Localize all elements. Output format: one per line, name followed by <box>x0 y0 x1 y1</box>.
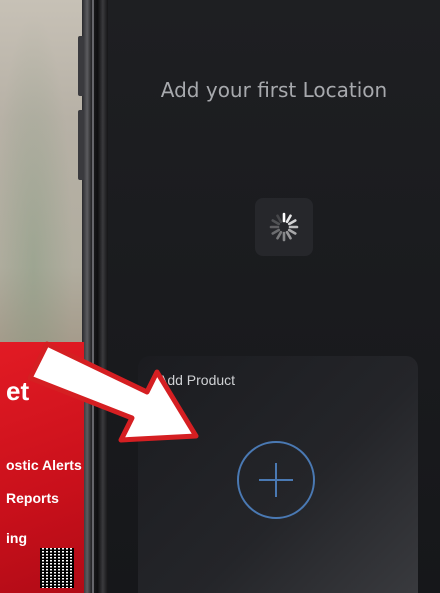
sign-heading: et <box>6 376 30 406</box>
phone-bezel <box>82 0 108 593</box>
red-sign-panel: et ostic Alerts Reports ing <box>0 342 84 593</box>
loading-indicator <box>255 198 313 256</box>
app-screen: Add your first Location Add Product <box>108 0 440 593</box>
sign-line-2: Reports <box>6 490 59 506</box>
loading-spinner-icon <box>269 212 299 242</box>
sign-line-3: ing <box>6 530 27 546</box>
phone-side-button <box>78 110 84 180</box>
qr-code-image <box>40 548 74 588</box>
add-product-card[interactable]: Add Product <box>138 356 418 593</box>
plus-circle-icon[interactable] <box>237 441 315 519</box>
sign-line-1: ostic Alerts <box>6 457 82 473</box>
page-title: Add your first Location <box>160 78 388 102</box>
add-product-label: Add Product <box>158 372 236 388</box>
phone-volume-button <box>78 36 84 96</box>
